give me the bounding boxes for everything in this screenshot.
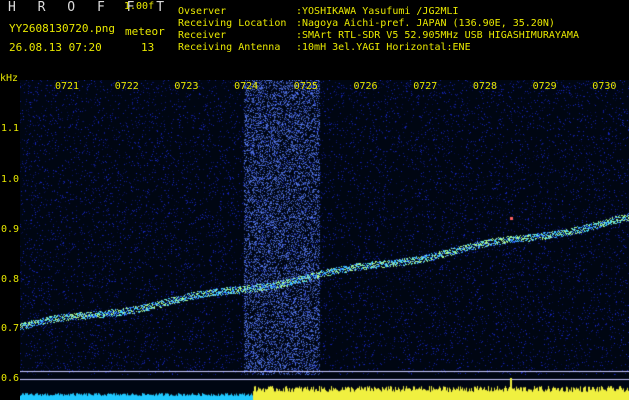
x-tick-label: 0722 [114,81,139,92]
info-row-antenna: Receiving Antenna:10mH 3el.YAGI Horizont… [178,42,471,53]
x-tick-label: 0723 [174,81,199,92]
event-label: meteor [125,25,165,38]
unit-label: kHz [0,73,19,84]
y-tick-label: 0.6 [1,373,20,384]
y-tick-label: 0.7 [1,323,20,334]
x-tick-label: 0728 [472,81,497,92]
x-tick-label: 0721 [55,81,80,92]
info-row-observer: Ovserver:YOSHIKAWA Yasufumi /JG2MLI [178,6,459,17]
info-row-receiver: Receiver:SMArt RTL-SDR V5 52.905MHz USB … [178,30,579,41]
y-tick-label: 1.0 [1,174,20,185]
header-panel: H R O F F T 1.00f YY2608130720.png meteo… [0,0,629,78]
y-tick-label: 1.1 [1,123,20,134]
event-count: 13 [141,41,155,54]
date-time: 26.08.13 07:20 [9,41,102,54]
y-tick-label: 0.8 [1,274,20,285]
file-name: YY2608130720.png [9,22,115,35]
x-tick-label: 0724 [234,81,259,92]
x-tick-label: 0726 [353,81,378,92]
info-row-location: Receiving Location:Nagoya Aichi-pref. JA… [178,18,555,29]
x-tick-label: 0725 [293,81,318,92]
version-label: 1.00f [124,1,155,12]
y-tick-label: 0.9 [1,224,20,235]
spectrogram-canvas [20,80,629,400]
x-tick-label: 0729 [532,81,557,92]
station-info: Ovserver:YOSHIKAWA Yasufumi /JG2MLI Rece… [178,6,579,54]
x-tick-label: 0727 [413,81,438,92]
x-tick-label: 0730 [592,81,617,92]
